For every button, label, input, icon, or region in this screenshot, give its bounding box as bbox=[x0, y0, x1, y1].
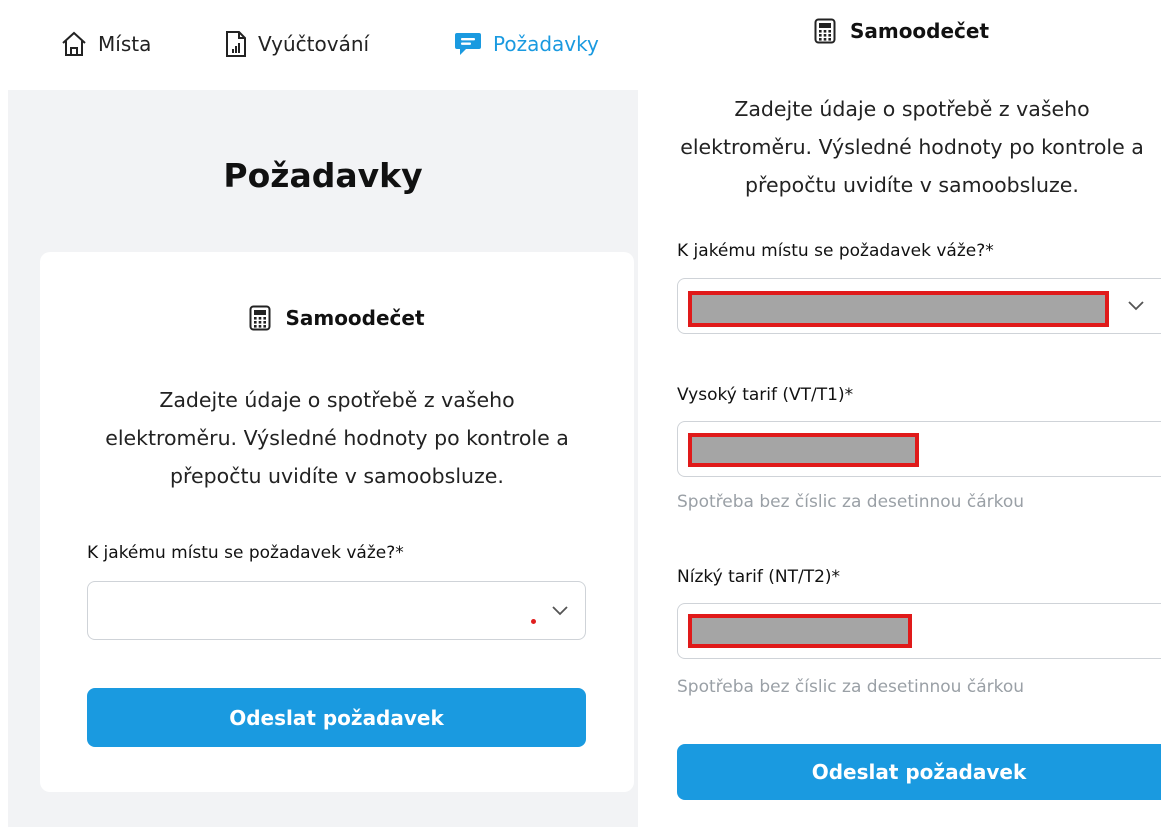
page-title: Požadavky bbox=[223, 156, 423, 195]
intro-text: Zadejte údaje o spotřebě z vašeho elektr… bbox=[662, 90, 1161, 204]
intro-line: přepočtu uvidíte v samoobsluze. bbox=[745, 173, 1079, 197]
required-indicator bbox=[531, 619, 536, 624]
chat-bubble-icon bbox=[455, 33, 481, 55]
nav-item-requests[interactable]: Požadavky bbox=[453, 26, 599, 62]
top-navigation: Místa Vyúčtování Požadavky bbox=[0, 0, 640, 88]
redacted-value bbox=[688, 614, 912, 648]
high-tariff-hint: Spotřeba bez číslic za desetinnou čárkou bbox=[677, 492, 1025, 512]
redacted-value bbox=[688, 433, 919, 467]
place-field-label: K jakému místu se požadavek váže?* bbox=[87, 543, 404, 563]
high-tariff-label: Vysoký tarif (VT/T1)* bbox=[677, 385, 854, 405]
nav-item-places[interactable]: Místa bbox=[60, 26, 151, 62]
redacted-value bbox=[688, 291, 1109, 327]
submit-request-button[interactable]: Odeslat požadavek bbox=[677, 744, 1161, 800]
intro-line: Zadejte údaje o spotřebě z vašeho bbox=[159, 388, 515, 412]
section-header: Samoodečet bbox=[40, 300, 634, 336]
calculator-icon bbox=[814, 18, 836, 44]
section-title: Samoodečet bbox=[849, 19, 990, 43]
nav-item-billing[interactable]: Vyúčtování bbox=[224, 26, 369, 62]
chevron-down-icon bbox=[552, 605, 568, 615]
intro-text: Zadejte údaje o spotřebě z vašeho elektr… bbox=[40, 381, 634, 495]
calculator-icon bbox=[249, 305, 271, 331]
section-title: Samoodečet bbox=[285, 306, 425, 330]
nav-item-label: Vyúčtování bbox=[258, 32, 370, 56]
place-field-label: K jakému místu se požadavek váže?* bbox=[677, 241, 994, 261]
section-header: Samoodečet bbox=[642, 14, 1161, 48]
home-icon bbox=[62, 31, 86, 56]
nav-item-label: Místa bbox=[98, 32, 152, 56]
place-select[interactable] bbox=[87, 581, 586, 640]
chevron-down-icon bbox=[1128, 301, 1144, 311]
low-tariff-hint: Spotřeba bez číslic za desetinnou čárkou bbox=[677, 677, 1025, 697]
low-tariff-label: Nízký tarif (NT/T2)* bbox=[677, 567, 841, 587]
intro-line: elektroměru. Výsledné hodnoty po kontrol… bbox=[105, 426, 569, 450]
document-chart-icon bbox=[226, 31, 246, 57]
panel-divider bbox=[640, 0, 642, 827]
submit-request-button[interactable]: Odeslat požadavek bbox=[87, 688, 586, 747]
intro-line: přepočtu uvidíte v samoobsluze. bbox=[170, 464, 504, 488]
intro-line: elektroměru. Výsledné hodnoty po kontrol… bbox=[680, 135, 1144, 159]
nav-item-label: Požadavky bbox=[493, 32, 599, 56]
intro-line: Zadejte údaje o spotřebě z vašeho bbox=[734, 97, 1090, 121]
